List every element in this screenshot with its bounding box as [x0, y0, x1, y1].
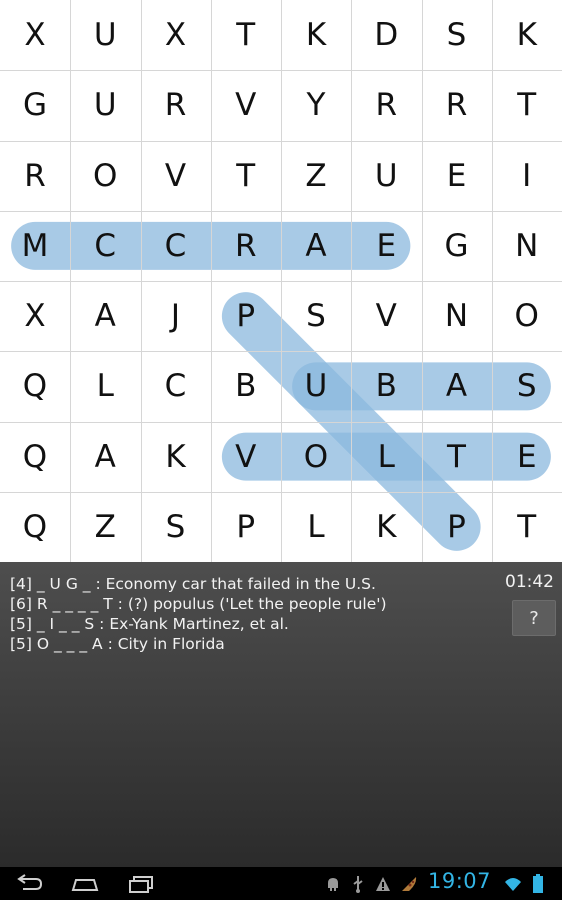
- letter-cell[interactable]: T: [492, 70, 562, 140]
- letter-cell[interactable]: N: [492, 211, 562, 281]
- pizza-icon: [398, 867, 420, 900]
- timer: 01:42: [505, 572, 554, 592]
- letter-cell[interactable]: D: [351, 0, 421, 70]
- letter-cell[interactable]: A: [281, 211, 351, 281]
- letter-cell[interactable]: S: [141, 492, 211, 562]
- letter-cell[interactable]: Z: [281, 141, 351, 211]
- letter-cell[interactable]: T: [211, 0, 281, 70]
- letter-cell[interactable]: S: [492, 351, 562, 421]
- letter-cell[interactable]: A: [422, 351, 492, 421]
- letter-cell[interactable]: Y: [281, 70, 351, 140]
- letter-cell[interactable]: A: [70, 281, 140, 351]
- help-button[interactable]: ?: [512, 600, 556, 636]
- letter-cell[interactable]: T: [211, 141, 281, 211]
- clue-item[interactable]: [6] R _ _ _ _ T : (?) populus ('Let the …: [10, 594, 480, 614]
- warning-icon: [373, 867, 393, 900]
- clue-item[interactable]: [4] _ U G _ : Economy car that failed in…: [10, 574, 480, 594]
- letter-cell[interactable]: Z: [70, 492, 140, 562]
- letter-cell[interactable]: L: [351, 422, 421, 492]
- letter-cell[interactable]: P: [211, 492, 281, 562]
- letter-cell[interactable]: V: [211, 70, 281, 140]
- letter-cell[interactable]: L: [70, 351, 140, 421]
- letter-cell[interactable]: I: [492, 141, 562, 211]
- status-clock: 19:07: [428, 869, 492, 893]
- letter-cell[interactable]: X: [0, 281, 70, 351]
- letter-cell[interactable]: K: [141, 422, 211, 492]
- usb-icon: [348, 867, 368, 900]
- letter-cell[interactable]: X: [0, 0, 70, 70]
- letter-cell[interactable]: S: [422, 0, 492, 70]
- letter-cell[interactable]: R: [141, 70, 211, 140]
- clue-item[interactable]: [5] _ I _ _ S : Ex-Yank Martinez, et al.: [10, 614, 480, 634]
- letter-cell[interactable]: B: [211, 351, 281, 421]
- letter-cell[interactable]: U: [70, 70, 140, 140]
- word-search-board[interactable]: XUXTKDSKGURVYRRTROVTZUEIMCCRAEGNXAJPSVNO…: [0, 0, 562, 562]
- letter-cell[interactable]: R: [351, 70, 421, 140]
- letter-cell[interactable]: K: [281, 0, 351, 70]
- letter-cell[interactable]: V: [141, 141, 211, 211]
- letter-cell[interactable]: C: [141, 351, 211, 421]
- recent-apps-button[interactable]: [120, 867, 162, 900]
- back-icon: [17, 873, 43, 890]
- letter-cell[interactable]: C: [70, 211, 140, 281]
- letter-cell[interactable]: P: [211, 281, 281, 351]
- letter-cell[interactable]: X: [141, 0, 211, 70]
- letter-cell[interactable]: K: [351, 492, 421, 562]
- clue-list: [4] _ U G _ : Economy car that failed in…: [10, 574, 480, 654]
- letter-cell[interactable]: L: [281, 492, 351, 562]
- letter-cell[interactable]: V: [211, 422, 281, 492]
- recent-apps-icon: [129, 875, 153, 893]
- back-button[interactable]: [8, 867, 50, 900]
- letter-cell[interactable]: U: [281, 351, 351, 421]
- home-button[interactable]: [64, 867, 106, 900]
- letter-cell[interactable]: O: [70, 141, 140, 211]
- letter-cell[interactable]: R: [0, 141, 70, 211]
- letter-cell[interactable]: N: [422, 281, 492, 351]
- letter-cell[interactable]: Q: [0, 492, 70, 562]
- battery-icon: [528, 867, 548, 900]
- letter-cell[interactable]: T: [492, 492, 562, 562]
- wifi-icon: [503, 867, 523, 900]
- letter-cell[interactable]: M: [0, 211, 70, 281]
- letter-cell[interactable]: A: [70, 422, 140, 492]
- letter-cell[interactable]: C: [141, 211, 211, 281]
- letter-cell[interactable]: B: [351, 351, 421, 421]
- letter-cell[interactable]: R: [211, 211, 281, 281]
- letter-cell[interactable]: E: [422, 141, 492, 211]
- letter-cell[interactable]: P: [422, 492, 492, 562]
- clue-panel: [4] _ U G _ : Economy car that failed in…: [0, 562, 562, 867]
- letter-cell[interactable]: U: [70, 0, 140, 70]
- letter-cell[interactable]: G: [0, 70, 70, 140]
- letter-cell[interactable]: O: [281, 422, 351, 492]
- home-icon: [71, 878, 99, 891]
- system-navigation-bar: 19:07: [0, 867, 562, 900]
- android-debug-icon: [323, 867, 343, 900]
- letter-cell[interactable]: Q: [0, 422, 70, 492]
- letter-cell[interactable]: O: [492, 281, 562, 351]
- letter-cell[interactable]: K: [492, 0, 562, 70]
- letter-cell[interactable]: R: [422, 70, 492, 140]
- letter-cell[interactable]: U: [351, 141, 421, 211]
- letter-cell[interactable]: G: [422, 211, 492, 281]
- letter-cell[interactable]: T: [422, 422, 492, 492]
- clue-item[interactable]: [5] O _ _ _ A : City in Florida: [10, 634, 480, 654]
- letter-cell[interactable]: S: [281, 281, 351, 351]
- letter-cell[interactable]: Q: [0, 351, 70, 421]
- letter-cell[interactable]: E: [492, 422, 562, 492]
- letter-cell[interactable]: V: [351, 281, 421, 351]
- letter-cell[interactable]: E: [351, 211, 421, 281]
- letter-cell[interactable]: J: [141, 281, 211, 351]
